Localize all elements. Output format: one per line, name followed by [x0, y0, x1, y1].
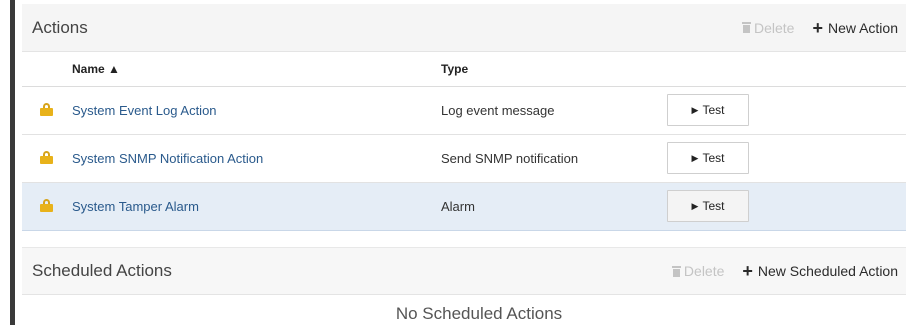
action-name-link[interactable]: System SNMP Notification Action: [72, 151, 263, 166]
lock-icon: [39, 199, 53, 212]
play-icon: ▶: [691, 200, 699, 211]
delete-scheduled-label: Delete: [683, 263, 725, 279]
test-button[interactable]: ▶ Test: [667, 190, 749, 222]
left-accent-bar: [10, 0, 15, 325]
test-column-header: [667, 52, 906, 87]
action-type: Alarm: [437, 181, 667, 231]
delete-action-label: Delete: [753, 19, 795, 36]
table-header-row: Name ▲ Type: [22, 52, 906, 87]
lock-column-header: [22, 52, 70, 87]
test-button-label: Test: [702, 199, 725, 213]
scheduled-actions-toolbar: Delete + New Scheduled Action: [671, 261, 898, 281]
delete-scheduled-action-button[interactable]: Delete: [671, 263, 725, 279]
actions-title: Actions: [32, 17, 88, 37]
new-scheduled-action-label: New Scheduled Action: [757, 263, 898, 279]
new-scheduled-action-button[interactable]: + New Scheduled Action: [742, 261, 898, 281]
scheduled-actions-title: Scheduled Actions: [32, 261, 172, 280]
trash-icon: [741, 22, 751, 33]
empty-state-message: No Scheduled Actions: [395, 304, 563, 323]
delete-action-button[interactable]: Delete: [741, 19, 795, 36]
actions-header: Actions Delete + New Action: [22, 4, 906, 52]
test-button-label: Test: [702, 103, 725, 117]
test-button[interactable]: ▶ Test: [667, 94, 749, 126]
actions-panel: Actions Delete + New Action Name ▲ Type: [22, 4, 906, 231]
plus-icon: +: [742, 261, 753, 281]
actions-toolbar: Delete + New Action: [741, 17, 898, 38]
lock-icon: [39, 103, 53, 116]
name-column-header[interactable]: Name ▲: [70, 52, 437, 87]
plus-icon: +: [812, 17, 823, 38]
test-button[interactable]: ▶ Test: [667, 142, 749, 174]
scheduled-actions-panel: Scheduled Actions Delete + New Scheduled…: [22, 247, 906, 324]
action-type: Log event message: [437, 86, 667, 135]
action-name-link[interactable]: System Tamper Alarm: [72, 199, 199, 214]
table-row[interactable]: System Event Log Action Log event messag…: [22, 86, 906, 135]
scheduled-actions-header: Scheduled Actions Delete + New Scheduled…: [22, 247, 906, 295]
new-action-label: New Action: [827, 19, 898, 36]
type-column-header[interactable]: Type: [437, 52, 667, 87]
lock-icon: [39, 151, 53, 164]
trash-icon: [671, 265, 681, 277]
action-type: Send SNMP notification: [437, 134, 667, 183]
table-row[interactable]: System SNMP Notification Action Send SNM…: [22, 134, 906, 183]
play-icon: ▶: [691, 152, 699, 163]
actions-table: Name ▲ Type System Event Log Action Log …: [22, 52, 906, 231]
test-button-label: Test: [702, 151, 725, 165]
new-action-button[interactable]: + New Action: [812, 17, 898, 38]
table-row-selected[interactable]: System Tamper Alarm Alarm ▶ Test: [22, 181, 906, 231]
play-icon: ▶: [691, 104, 699, 115]
action-name-link[interactable]: System Event Log Action: [72, 103, 217, 118]
